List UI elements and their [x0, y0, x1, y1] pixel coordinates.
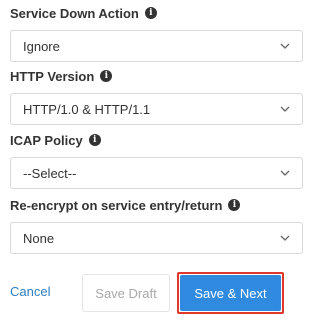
- icap-policy-label: ICAP Policy: [10, 132, 83, 148]
- reencrypt-label-row: Re-encrypt on service entry/return i: [10, 196, 303, 214]
- reencrypt-field: Re-encrypt on service entry/return i Non…: [10, 196, 303, 254]
- chevron-down-icon: [280, 168, 290, 178]
- info-icon[interactable]: i: [144, 7, 157, 19]
- http-version-label: HTTP Version: [10, 68, 95, 84]
- chevron-down-icon: [280, 233, 290, 243]
- icap-policy-field: ICAP Policy i --Select--: [10, 131, 303, 189]
- reencrypt-label: Re-encrypt on service entry/return: [10, 197, 223, 213]
- service-down-action-field: Service Down Action i Ignore: [10, 4, 303, 62]
- icap-policy-value: --Select--: [23, 165, 77, 181]
- save-next-button[interactable]: Save & Next: [180, 275, 281, 311]
- info-icon[interactable]: i: [100, 70, 113, 82]
- form-actions: Cancel Save Draft Save & Next: [0, 270, 320, 316]
- http-version-select[interactable]: HTTP/1.0 & HTTP/1.1: [10, 93, 303, 125]
- icap-policy-select[interactable]: --Select--: [10, 157, 303, 189]
- chevron-down-icon: [280, 41, 290, 51]
- http-version-value: HTTP/1.0 & HTTP/1.1: [23, 101, 151, 117]
- service-down-action-label: Service Down Action: [10, 5, 139, 21]
- service-down-action-label-row: Service Down Action i: [10, 4, 303, 22]
- http-version-field: HTTP Version i HTTP/1.0 & HTTP/1.1: [10, 67, 303, 125]
- chevron-down-icon: [280, 104, 290, 114]
- info-icon[interactable]: i: [88, 134, 101, 146]
- form-page: Service Down Action i Ignore HTTP Versio…: [0, 0, 320, 322]
- service-down-action-value: Ignore: [23, 38, 60, 54]
- save-draft-button[interactable]: Save Draft: [82, 274, 170, 312]
- info-icon[interactable]: i: [228, 199, 241, 211]
- http-version-label-row: HTTP Version i: [10, 67, 303, 85]
- service-down-action-select[interactable]: Ignore: [10, 30, 303, 62]
- reencrypt-select[interactable]: None: [10, 222, 303, 254]
- icap-policy-label-row: ICAP Policy i: [10, 131, 303, 149]
- reencrypt-value: None: [23, 230, 55, 246]
- cancel-button[interactable]: Cancel: [10, 284, 50, 299]
